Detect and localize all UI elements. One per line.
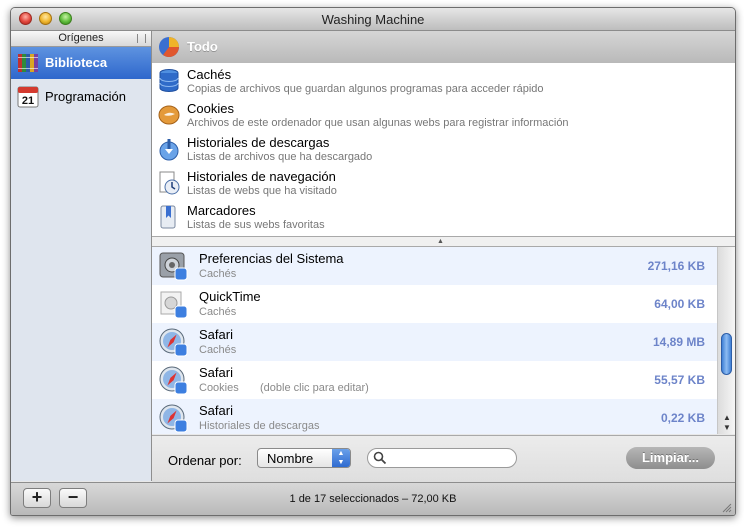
bottom-bar: + − 1 de 17 seleccionados – 72,00 KB	[11, 482, 735, 515]
title-bar[interactable]: Washing Machine	[11, 8, 735, 31]
category-description: Listas de archivos que ha descargado	[187, 151, 373, 163]
resize-grip-icon[interactable]	[722, 503, 732, 513]
system-preferences-icon	[159, 252, 188, 281]
clear-button[interactable]: Limpiar...	[626, 447, 715, 469]
scroll-down-arrow-icon[interactable]: ▼	[723, 423, 731, 432]
category-description: Copias de archivos que guardan algunos p…	[187, 83, 544, 95]
item-name: Safari	[199, 403, 233, 418]
download-history-icon	[159, 139, 179, 161]
item-name: QuickTime	[199, 289, 261, 304]
category-name: Historiales de navegación	[187, 169, 336, 184]
item-type: Cachés	[199, 306, 237, 318]
pie-chart-icon	[159, 37, 179, 57]
items-list: Preferencias del Sistema Cachés 271,16 K…	[152, 247, 735, 434]
category-name: Cookies	[187, 101, 234, 116]
item-size: 55,57 KB	[654, 373, 705, 387]
item-size: 14,89 MB	[652, 335, 705, 349]
item-type: Cachés	[199, 344, 237, 356]
category-bookmarks[interactable]: Marcadores Listas de sus webs favoritas	[152, 200, 735, 234]
search-field[interactable]	[367, 448, 517, 468]
category-name: Cachés	[187, 67, 232, 82]
category-description: Archivos de este ordenador que usan algu…	[187, 117, 569, 129]
category-name: Marcadores	[187, 203, 256, 218]
safari-icon	[159, 404, 188, 433]
scrollbar-thumb[interactable]	[721, 333, 732, 375]
category-browsing-history[interactable]: Historiales de navegación Listas de webs…	[152, 166, 735, 200]
list-controls: Ordenar por: Nombre ▲ ▼ Limpiar...	[152, 435, 735, 482]
sidebar-header[interactable]: Orígenes	[11, 31, 151, 47]
sources-sidebar: Orígenes Biblioteca 21 Programación	[11, 31, 152, 481]
category-list: Todo Cachés Copias de archivos que guard…	[152, 31, 735, 236]
item-type: Cachés	[199, 268, 237, 280]
library-books-icon	[18, 54, 38, 72]
list-item[interactable]: Safari Cachés 14,89 MB	[152, 323, 717, 361]
status-text: 1 de 17 seleccionados – 72,00 KB	[289, 493, 457, 505]
database-icon	[159, 69, 179, 92]
edit-hint: (doble clic para editar)	[260, 382, 369, 394]
column-resize-grip-icon[interactable]	[137, 34, 146, 43]
sort-label: Ordenar por:	[168, 453, 242, 468]
list-item[interactable]: QuickTime Cachés 64,00 KB	[152, 285, 717, 323]
category-cookies[interactable]: Cookies Archivos de este ordenador que u…	[152, 98, 735, 132]
sidebar-item-label: Programación	[45, 89, 126, 104]
item-name: Safari	[199, 327, 233, 342]
category-caches[interactable]: Cachés Copias de archivos que guardan al…	[152, 64, 735, 98]
split-view-divider[interactable]: ▲	[152, 236, 735, 247]
app-window: Washing Machine Orígenes Biblioteca 21 P…	[10, 7, 736, 516]
category-all-label: Todo	[187, 39, 218, 54]
list-item[interactable]: Safari Historiales de descargas 0,22 KB	[152, 399, 717, 434]
search-icon	[373, 451, 387, 465]
category-all-row[interactable]: Todo	[152, 31, 735, 63]
list-item[interactable]: Safari Cookies (doble clic para editar) …	[152, 361, 717, 399]
item-type: Historiales de descargas	[199, 420, 320, 432]
sidebar-item-biblioteca[interactable]: Biblioteca	[11, 47, 151, 79]
category-description: Listas de webs que ha visitado	[187, 185, 337, 197]
calendar-day: 21	[22, 95, 34, 107]
quicktime-icon	[160, 291, 188, 319]
browsing-history-icon	[159, 171, 180, 195]
divider-handle-icon: ▲	[437, 238, 444, 245]
category-download-history[interactable]: Historiales de descargas Listas de archi…	[152, 132, 735, 166]
safari-icon	[159, 328, 188, 357]
category-name: Historiales de descargas	[187, 135, 330, 150]
sidebar-header-label: Orígenes	[58, 32, 104, 44]
category-description: Listas de sus webs favoritas	[187, 219, 325, 231]
list-item[interactable]: Preferencias del Sistema Cachés 271,16 K…	[152, 247, 717, 285]
window-title: Washing Machine	[321, 12, 425, 27]
safari-icon	[159, 366, 188, 395]
calendar-icon: 21	[17, 86, 39, 108]
sidebar-item-programacion[interactable]: 21 Programación	[11, 81, 151, 113]
item-size: 64,00 KB	[654, 297, 705, 311]
sort-select[interactable]: Nombre ▲ ▼	[257, 448, 351, 468]
bookmark-icon	[160, 205, 176, 229]
item-size: 0,22 KB	[660, 411, 705, 425]
sort-select-value: Nombre	[267, 451, 314, 466]
item-type: Cookies	[199, 382, 239, 394]
item-size: 271,16 KB	[647, 259, 705, 273]
chevron-up-down-icon: ▲ ▼	[332, 449, 350, 467]
scroll-up-arrow-icon[interactable]: ▲	[723, 413, 731, 422]
cookie-icon	[158, 105, 180, 125]
list-scrollbar[interactable]: ▲ ▼	[717, 247, 735, 434]
item-name: Preferencias del Sistema	[199, 251, 344, 266]
sidebar-item-label: Biblioteca	[45, 55, 108, 70]
item-name: Safari	[199, 365, 233, 380]
